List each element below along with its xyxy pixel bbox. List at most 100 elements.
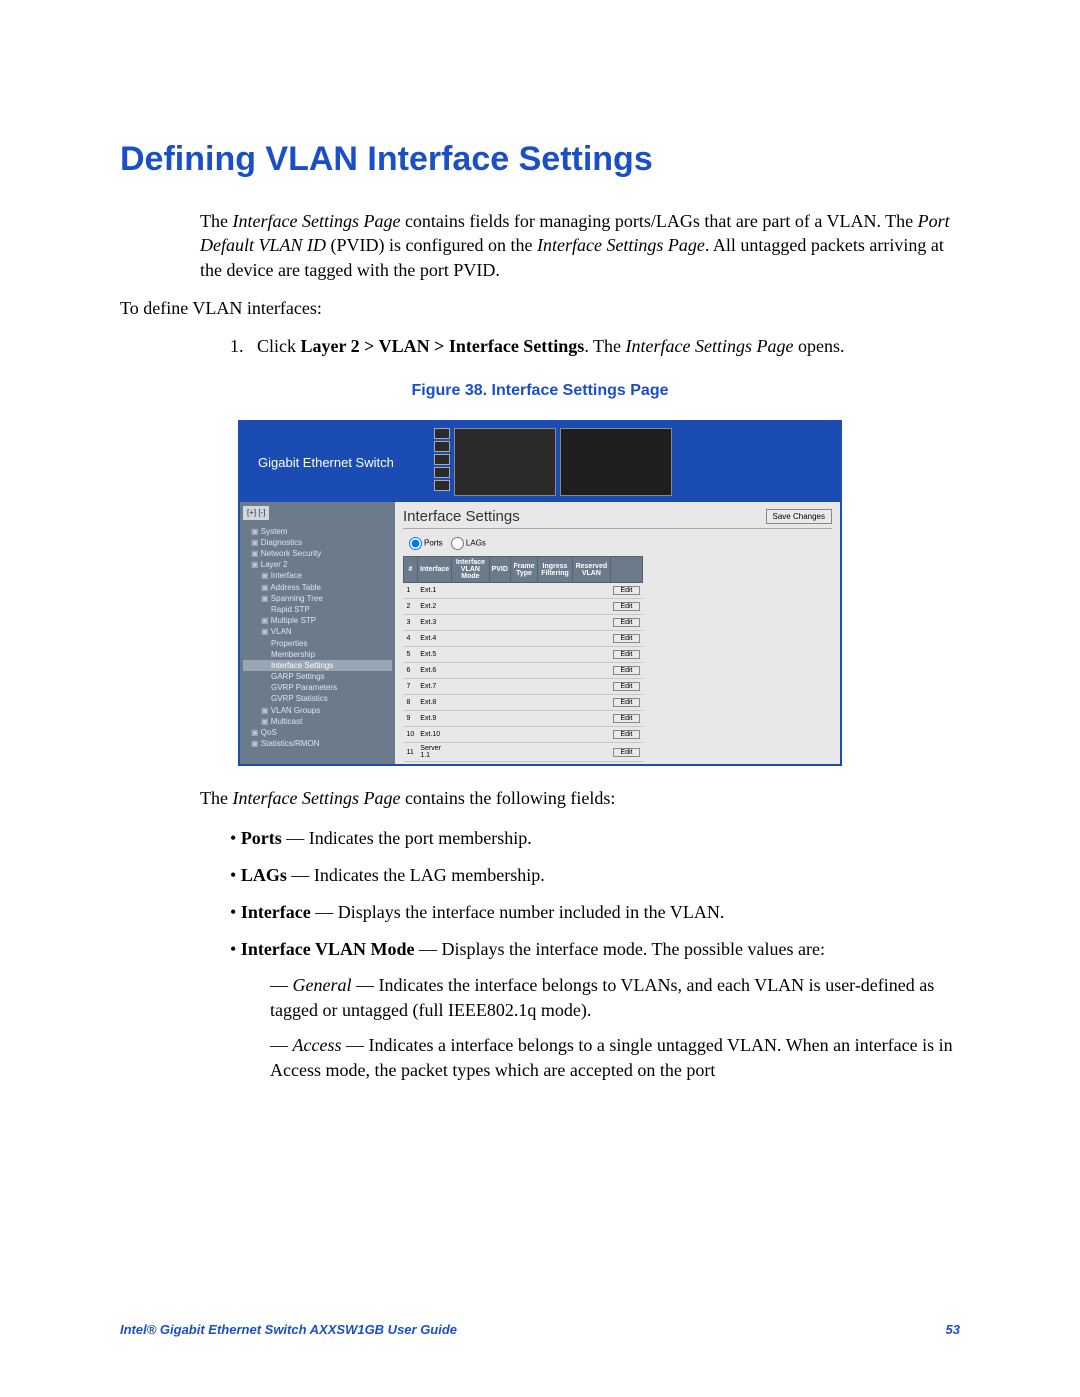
text: The	[200, 788, 232, 808]
radio-lags[interactable]	[451, 537, 464, 550]
field-interface-vlan-mode: Interface VLAN Mode — Displays the inter…	[230, 936, 960, 963]
edit-button[interactable]: Edit	[613, 682, 639, 691]
edit-button[interactable]: Edit	[613, 748, 639, 757]
table-header-cell: PVID	[489, 557, 510, 583]
text-italic: Interface Settings Page	[537, 235, 705, 255]
text: — Indicates a interface belongs to a sin…	[270, 1035, 953, 1080]
nav-tree[interactable]: [+] [-] SystemDiagnosticsNetwork Securit…	[240, 502, 395, 764]
edit-button[interactable]: Edit	[613, 714, 639, 723]
text: — Displays the interface mode. The possi…	[414, 939, 825, 959]
edit-button[interactable]: Edit	[613, 730, 639, 739]
after-figure-text: The Interface Settings Page contains the…	[200, 786, 960, 810]
table-header-cell: Ingress Filtering	[538, 557, 573, 583]
tree-item[interactable]: Statistics/RMON	[243, 738, 392, 749]
text-bold: Interface	[241, 902, 311, 922]
text: — Indicates the port membership.	[282, 828, 532, 848]
text-bold: Interface VLAN Mode	[241, 939, 415, 959]
footer-page-number: 53	[946, 1322, 960, 1337]
tree-item[interactable]: Diagnostics	[243, 537, 392, 548]
table-row: 8Ext.8Edit	[404, 695, 643, 711]
text: (PVID) is configured on the	[326, 235, 537, 255]
fields-lead: The Interface Settings Page contains the…	[200, 786, 960, 810]
tree-item[interactable]: GVRP Parameters	[243, 682, 392, 693]
table-header-cell: #	[404, 557, 418, 583]
edit-button[interactable]: Edit	[613, 634, 639, 643]
edit-button[interactable]: Edit	[613, 698, 639, 707]
text: — Indicates the interface belongs to VLA…	[270, 975, 934, 1020]
tree-item[interactable]: Multiple STP	[243, 615, 392, 626]
tree-item[interactable]: Properties	[243, 638, 392, 649]
edit-button[interactable]: Edit	[613, 586, 639, 595]
table-row: 4Ext.4Edit	[404, 631, 643, 647]
interface-table: #InterfaceInterface VLAN ModePVIDFrame T…	[403, 556, 643, 762]
tree-item[interactable]: Interface Settings	[243, 660, 392, 671]
tree-item[interactable]: GVRP Statistics	[243, 693, 392, 704]
field-ports: Ports — Indicates the port membership.	[230, 825, 960, 852]
tree-item[interactable]: Membership	[243, 649, 392, 660]
text-italic: Interface Settings Page	[232, 788, 400, 808]
tree-item[interactable]: QoS	[243, 727, 392, 738]
tree-item[interactable]: Interface	[243, 570, 392, 581]
radio-lags-label: LAGs	[466, 539, 486, 548]
table-row: 6Ext.6Edit	[404, 663, 643, 679]
tree-item[interactable]: GARP Settings	[243, 671, 392, 682]
radio-ports-label: Ports	[424, 539, 443, 548]
text: . The	[584, 336, 625, 356]
text-italic: Interface Settings Page	[232, 211, 400, 231]
edit-button[interactable]: Edit	[613, 650, 639, 659]
tree-item[interactable]: Layer 2	[243, 559, 392, 570]
text-bold: LAGs	[241, 865, 287, 885]
text-italic: Access	[293, 1035, 342, 1055]
tree-item[interactable]: Spanning Tree	[243, 593, 392, 604]
edit-button[interactable]: Edit	[613, 618, 639, 627]
tree-item[interactable]: Multicast	[243, 716, 392, 727]
page-heading: Defining VLAN Interface Settings	[120, 140, 960, 179]
save-changes-button[interactable]: Save Changes	[766, 509, 832, 524]
text-italic: General	[293, 975, 352, 995]
screenshot-header: Gigabit Ethernet Switch	[240, 422, 840, 502]
sub-access: Access — Indicates a interface belongs t…	[270, 1033, 960, 1083]
tree-item[interactable]: VLAN	[243, 626, 392, 637]
table-row: 5Ext.5Edit	[404, 647, 643, 663]
table-row: 9Ext.9Edit	[404, 711, 643, 727]
field-list: Ports — Indicates the port membership. L…	[230, 825, 960, 963]
table-row: 11Server 1.1Edit	[404, 743, 643, 762]
intro-paragraph-2: To define VLAN interfaces:	[120, 296, 960, 320]
tree-item[interactable]: Network Security	[243, 548, 392, 559]
text-bold: Ports	[241, 828, 282, 848]
radio-group: Ports LAGs	[403, 537, 832, 550]
product-brand: Gigabit Ethernet Switch	[240, 455, 428, 470]
text: opens.	[793, 336, 844, 356]
tree-item[interactable]: Address Table	[243, 582, 392, 593]
radio-ports[interactable]	[409, 537, 422, 550]
table-row: 3Ext.3Edit	[404, 615, 643, 631]
panel-title: Interface Settings	[403, 508, 520, 525]
text-italic: Interface Settings Page	[626, 336, 794, 356]
text: — Displays the interface number included…	[311, 902, 725, 922]
intro-block: The Interface Settings Page contains fie…	[200, 209, 960, 320]
tree-item[interactable]: Rapid STP	[243, 604, 392, 615]
text: Click	[257, 336, 301, 356]
tree-expand-collapse[interactable]: [+] [-]	[243, 506, 269, 519]
main-panel: Interface Settings Save Changes Ports LA…	[395, 502, 840, 764]
screenshot-body: [+] [-] SystemDiagnosticsNetwork Securit…	[240, 502, 840, 764]
table-header-cell: Reserved VLAN	[572, 557, 610, 583]
step-1: 1. Click Layer 2 > VLAN > Interface Sett…	[230, 334, 960, 358]
intro-paragraph-1: The Interface Settings Page contains fie…	[200, 209, 960, 282]
table-row: 1Ext.1Edit	[404, 583, 643, 599]
text: — Indicates the LAG membership.	[287, 865, 545, 885]
footer-title: Intel® Gigabit Ethernet Switch AXXSW1GB …	[120, 1322, 457, 1337]
table-header-cell: Interface	[417, 557, 451, 583]
field-lags: LAGs — Indicates the LAG membership.	[230, 862, 960, 889]
tree-item[interactable]: System	[243, 526, 392, 537]
document-page: Defining VLAN Interface Settings The Int…	[0, 0, 1080, 1397]
edit-button[interactable]: Edit	[613, 666, 639, 675]
edit-button[interactable]: Edit	[613, 602, 639, 611]
sub-general: General — Indicates the interface belong…	[270, 973, 960, 1023]
step-number: 1.	[230, 336, 244, 356]
text: contains the following fields:	[400, 788, 615, 808]
text-bold: Layer 2 > VLAN > Interface Settings	[301, 336, 585, 356]
text: contains fields for managing ports/LAGs …	[400, 211, 917, 231]
tree-item[interactable]: VLAN Groups	[243, 705, 392, 716]
table-header-cell: Interface VLAN Mode	[452, 557, 489, 583]
